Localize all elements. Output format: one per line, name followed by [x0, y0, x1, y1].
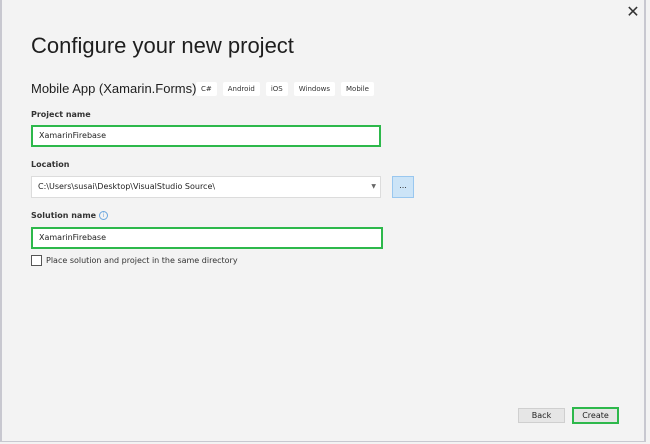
tag-ios: iOS	[265, 82, 288, 96]
location-label: Location	[31, 160, 70, 169]
dialog-frame	[0, 0, 646, 442]
same-directory-label: Place solution and project in the same d…	[46, 256, 238, 265]
tag-mobile: Mobile	[341, 82, 374, 96]
solution-name-input[interactable]: XamarinFirebase	[31, 227, 383, 249]
tag-android: Android	[222, 82, 260, 96]
location-select[interactable]: C:\Users\susai\Desktop\VisualStudio Sour…	[31, 176, 381, 198]
browse-button[interactable]: ...	[392, 176, 414, 198]
solution-name-label-text: Solution name	[31, 211, 97, 220]
same-directory-checkbox[interactable]	[31, 255, 42, 266]
template-tags: C# Android iOS Windows Mobile	[196, 82, 374, 96]
back-button[interactable]: Back	[518, 408, 565, 423]
page-title: Configure your new project	[31, 33, 294, 58]
create-button[interactable]: Create	[572, 407, 619, 424]
tag-windows: Windows	[293, 82, 335, 96]
solution-name-label: Solution name i	[31, 211, 109, 220]
info-icon[interactable]: i	[99, 211, 109, 220]
template-name: Mobile App (Xamarin.Forms)	[31, 81, 197, 96]
location-value: C:\Users\susai\Desktop\VisualStudio Sour…	[38, 182, 216, 191]
tag-csharp: C#	[196, 82, 217, 96]
close-icon[interactable]: ✕	[624, 3, 642, 21]
project-name-input[interactable]: XamarinFirebase	[31, 125, 381, 147]
chevron-down-icon: ▼	[371, 183, 376, 190]
project-name-label: Project name	[31, 110, 91, 119]
